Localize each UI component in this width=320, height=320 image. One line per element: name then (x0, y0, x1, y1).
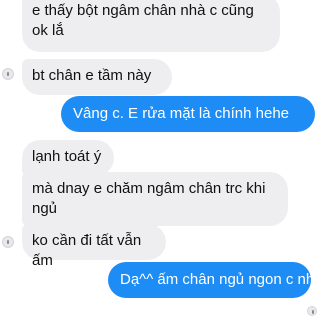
message-bubble-incoming[interactable]: ko cần đi tất vẫn ấm (22, 224, 166, 269)
sender-avatar-icon (2, 68, 14, 80)
message-bubble-incoming[interactable]: e thấy bột ngâm chân nhà c cũng ok lắ (22, 0, 280, 52)
read-receipt-avatar-icon (307, 306, 317, 316)
message-bubble-incoming[interactable]: mà dnay e chăm ngâm chân trc khi ngủ (22, 172, 288, 226)
message-bubble-outgoing[interactable]: Dạ^^ ấm chân ngủ ngon c nhờ (108, 262, 320, 298)
sender-avatar-icon (2, 236, 14, 248)
message-bubble-incoming[interactable]: lạnh toát ý (22, 140, 114, 176)
chat-thread: e thấy bột ngâm chân nhà c cũng ok lắ bt… (0, 0, 320, 320)
message-bubble-outgoing[interactable]: Vâng c. E rửa mặt là chính hehe (61, 96, 315, 132)
message-bubble-incoming[interactable]: bt chân e tầm này (22, 59, 172, 95)
